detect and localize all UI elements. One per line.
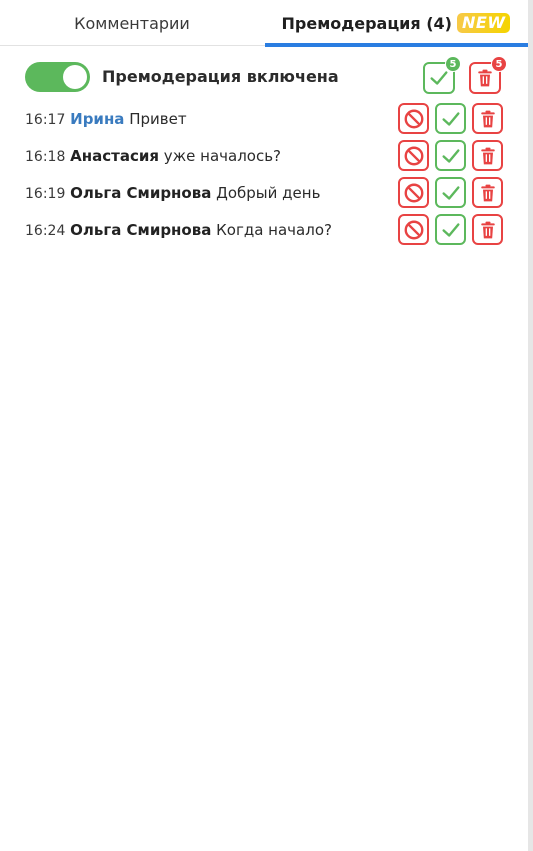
check-icon — [430, 71, 448, 85]
tab-premoderation[interactable]: Премодерация (4) NEW — [264, 0, 528, 47]
message-row: 16:18 Анастасия уже началось? — [25, 140, 505, 172]
message-author[interactable]: Ольга Смирнова — [70, 221, 211, 239]
approve-message-button[interactable] — [435, 103, 466, 134]
check-icon — [441, 185, 460, 200]
message-body: Привет — [129, 110, 187, 128]
scrollbar[interactable] — [528, 0, 533, 851]
approve-all-button[interactable]: 5 — [423, 56, 461, 94]
message-row: 16:24 Ольга Смирнова Когда начало? — [25, 214, 505, 246]
toggle-knob — [63, 65, 87, 89]
delete-message-button[interactable] — [472, 140, 503, 171]
trash-icon — [480, 110, 495, 127]
tab-bar: Комментарии Премодерация (4) NEW — [0, 0, 528, 47]
message-row: 16:17 Ирина Привет — [25, 103, 505, 135]
premoderation-toggle-label: Премодерация включена — [102, 67, 339, 86]
tab-premoderation-label: Премодерация (4) — [281, 13, 452, 33]
delete-message-button[interactable] — [472, 214, 503, 245]
block-user-button[interactable] — [398, 214, 429, 245]
active-tab-indicator — [265, 43, 528, 47]
message-time: 16:24 — [25, 223, 66, 239]
new-badge: NEW — [457, 13, 511, 33]
block-user-button[interactable] — [398, 140, 429, 171]
message-actions — [398, 103, 505, 135]
message-actions — [398, 214, 505, 246]
message-text: 16:18 Анастасия уже началось? — [25, 147, 281, 165]
check-icon — [441, 222, 460, 237]
message-time: 16:19 — [25, 186, 66, 202]
message-actions — [398, 140, 505, 172]
block-user-button[interactable] — [398, 103, 429, 134]
block-icon — [404, 109, 423, 128]
message-author[interactable]: Анастасия — [70, 147, 159, 165]
delete-all-button[interactable]: 5 — [469, 56, 507, 94]
premoderation-panel: Комментарии Премодерация (4) NEW Премоде… — [0, 0, 528, 851]
delete-all-count: 5 — [491, 56, 507, 72]
block-icon — [404, 146, 423, 165]
message-text: 16:17 Ирина Привет — [25, 110, 187, 128]
tab-comments-label: Комментарии — [74, 13, 190, 33]
message-text: 16:19 Ольга Смирнова Добрый день — [25, 184, 320, 202]
approve-message-button[interactable] — [435, 140, 466, 171]
approve-all-count: 5 — [445, 56, 461, 72]
trash-icon — [480, 147, 495, 164]
message-body: уже началось? — [163, 147, 282, 165]
check-icon — [441, 148, 460, 163]
message-time: 16:18 — [25, 149, 66, 165]
message-body: Добрый день — [216, 184, 321, 202]
message-actions — [398, 177, 505, 209]
tab-comments[interactable]: Комментарии — [0, 0, 264, 46]
approve-message-button[interactable] — [435, 177, 466, 208]
block-user-button[interactable] — [398, 177, 429, 208]
delete-message-button[interactable] — [472, 103, 503, 134]
premoderation-toggle-row: Премодерация включена 5 5 — [25, 56, 507, 94]
delete-message-button[interactable] — [472, 177, 503, 208]
message-body: Когда начало? — [216, 221, 332, 239]
message-author[interactable]: Ольга Смирнова — [70, 184, 211, 202]
message-text: 16:24 Ольга Смирнова Когда начало? — [25, 221, 332, 239]
message-time: 16:17 — [25, 112, 66, 128]
block-icon — [404, 183, 423, 202]
message-row: 16:19 Ольга Смирнова Добрый день — [25, 177, 505, 209]
trash-icon — [480, 221, 495, 238]
premoderation-toggle[interactable] — [25, 62, 90, 92]
message-author[interactable]: Ирина — [70, 110, 124, 128]
trash-icon — [480, 184, 495, 201]
block-icon — [404, 220, 423, 239]
approve-message-button[interactable] — [435, 214, 466, 245]
trash-icon — [478, 69, 492, 87]
check-icon — [441, 111, 460, 126]
